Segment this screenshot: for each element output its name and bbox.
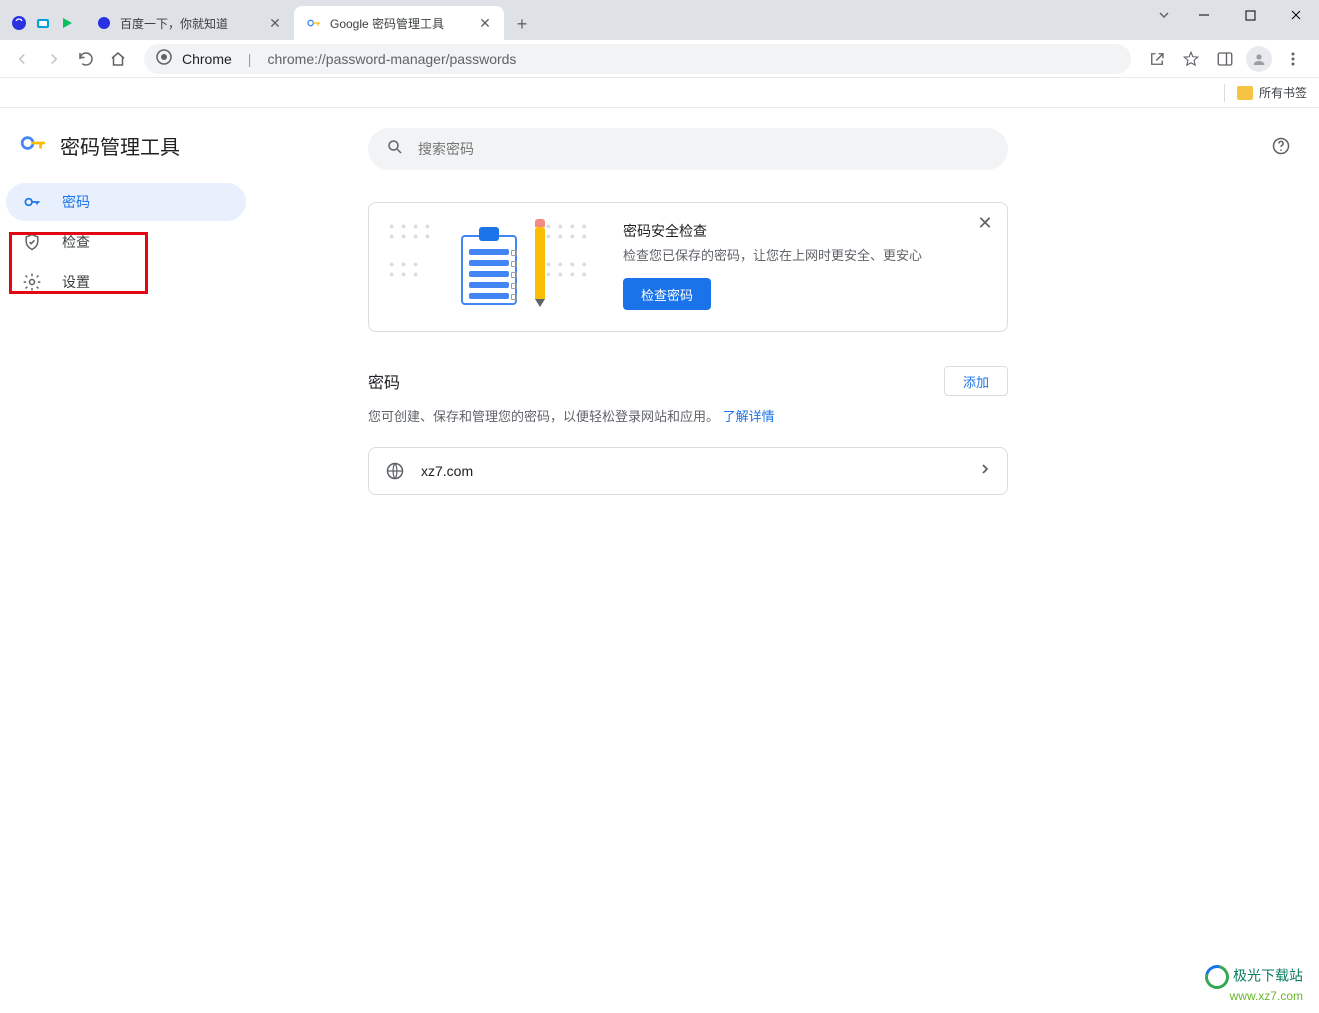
sidebar-item-label: 密码 [62,192,90,212]
sidebar: 密码管理工具 密码 检查 设置 [0,108,260,1013]
profile-avatar[interactable] [1245,45,1273,73]
home-button[interactable] [104,45,132,73]
close-icon[interactable]: ✕ [478,16,492,30]
sidebar-item-checkup[interactable]: 检查 [6,223,246,261]
folder-icon [1237,86,1253,100]
password-entry-row[interactable]: xz7.com [368,447,1008,495]
bookmark-bar: 所有书签 [0,78,1319,108]
favicon-google-key [306,15,322,31]
passwords-section-header: 密码 添加 [368,366,1008,396]
tab-strip: 百度一下，你就知道 ✕ Google 密码管理工具 ✕ + [84,0,536,40]
help-icon[interactable] [1271,136,1295,160]
sidebar-item-settings[interactable]: 设置 [6,263,246,301]
password-checkup-card: ✕ ● ● ● ●● ● ● ● ● ● ● ●● ● ● ● ● ● ●● ●… [368,202,1008,332]
search-icon [386,138,404,161]
bookmark-separator [1224,84,1225,102]
password-manager-logo-icon [20,130,46,161]
sidebar-header: 密码管理工具 [0,130,260,183]
search-input[interactable] [418,141,990,157]
watermark-text: 极光下载站 [1233,968,1303,984]
globe-icon [385,461,405,481]
watermark: 极光下载站 www.xz7.com [1205,965,1303,1003]
key-icon [22,192,42,212]
forward-button[interactable] [40,45,68,73]
sidebar-item-label: 检查 [62,232,90,252]
all-bookmarks-label: 所有书签 [1259,84,1307,101]
chevron-right-icon [979,462,991,480]
card-title: 密码安全检查 [623,221,987,241]
learn-more-link[interactable]: 了解详情 [723,409,775,424]
check-passwords-button[interactable]: 检查密码 [623,278,711,310]
url-path: chrome://password-manager/passwords [267,51,516,67]
section-title: 密码 [368,369,400,393]
reload-button[interactable] [72,45,100,73]
section-desc-text: 您可创建、保存和管理您的密码，以便轻松登录网站和应用。 [368,409,719,424]
search-passwords[interactable] [368,128,1008,170]
url-separator: | [248,51,252,67]
tab-password-manager[interactable]: Google 密码管理工具 ✕ [294,6,504,40]
tab-search-button[interactable] [1147,0,1181,30]
side-panel-icon[interactable] [1211,45,1239,73]
main-panel: ✕ ● ● ● ●● ● ● ● ● ● ● ●● ● ● ● ● ● ●● ●… [260,108,1319,1013]
app-pinned-icons [10,14,76,40]
watermark-url: www.xz7.com [1205,989,1303,1003]
card-description: 检查您已保存的密码，让您在上网时更安全、更安心 [623,245,987,264]
minimize-button[interactable] [1181,0,1227,30]
browser-toolbar: Chrome | chrome://password-manager/passw… [0,40,1319,78]
watermark-logo-icon [1201,961,1234,994]
maximize-button[interactable] [1227,0,1273,30]
password-domain: xz7.com [421,463,963,479]
tab-title: 百度一下，你就知道 [120,15,260,32]
url-origin: Chrome [182,51,232,67]
toolbar-actions [1143,45,1311,73]
chrome-logo-icon [156,49,172,68]
all-bookmarks-button[interactable]: 所有书签 [1237,84,1307,101]
add-password-button[interactable]: 添加 [944,366,1008,396]
app-title: 密码管理工具 [60,131,180,160]
sidebar-item-passwords[interactable]: 密码 [6,183,246,221]
app-icon-baidu[interactable] [10,14,28,32]
app-icon-tencent[interactable] [58,14,76,32]
close-window-button[interactable] [1273,0,1319,30]
content-area: 密码管理工具 密码 检查 设置 ✕ ● ● ● ●● ● ● ● ● ● ● ●… [0,108,1319,1013]
close-icon[interactable]: ✕ [268,16,282,30]
shield-check-icon [22,232,42,252]
back-button[interactable] [8,45,36,73]
card-body: 密码安全检查 检查您已保存的密码，让您在上网时更安全、更安心 检查密码 [623,221,987,311]
window-titlebar: 百度一下，你就知道 ✕ Google 密码管理工具 ✕ + [0,0,1319,40]
favicon-baidu [96,15,112,31]
address-bar[interactable]: Chrome | chrome://password-manager/passw… [144,44,1131,74]
sidebar-item-label: 设置 [62,272,90,292]
tab-baidu[interactable]: 百度一下，你就知道 ✕ [84,6,294,40]
app-icon-bilibili[interactable] [34,14,52,32]
share-icon[interactable] [1143,45,1171,73]
gear-icon [22,272,42,292]
new-tab-button[interactable]: + [508,10,536,38]
checkup-illustration: ● ● ● ●● ● ● ● ● ● ● ●● ● ● ● ● ● ●● ● ●… [389,221,589,311]
tab-title: Google 密码管理工具 [330,15,470,32]
bookmark-star-icon[interactable] [1177,45,1205,73]
section-description: 您可创建、保存和管理您的密码，以便轻松登录网站和应用。 了解详情 [368,406,1008,425]
close-card-button[interactable]: ✕ [975,213,995,233]
menu-icon[interactable] [1279,45,1307,73]
window-controls [1147,0,1319,30]
